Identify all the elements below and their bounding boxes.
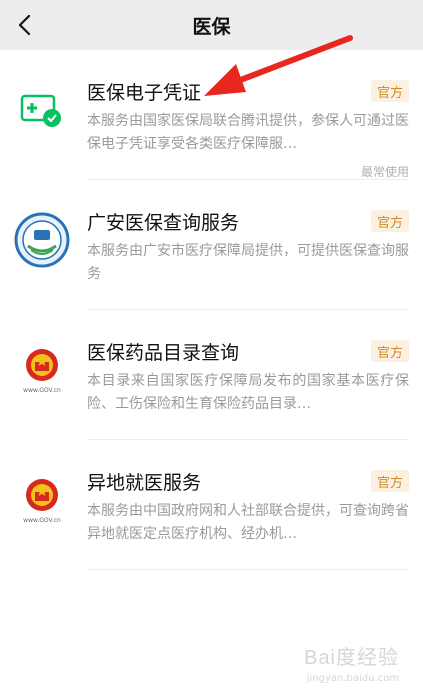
- national-emblem-icon: www.GOV.cn: [12, 340, 72, 400]
- service-name: 异地就医服务: [87, 472, 202, 494]
- watermark: Bai度经验: [304, 647, 399, 669]
- service-item-medical-e-voucher[interactable]: 医保电子凭证 官方 本服务由国家医保局联合腾讯提供，参保人可通过医保电子凭证享受…: [0, 50, 423, 180]
- watermark-sub: jingyan.baidu.com: [306, 673, 399, 684]
- service-description: 本服务由国家医保局联合腾讯提供，参保人可通过医保电子凭证享受各类医疗保障服…: [87, 113, 409, 152]
- service-item-remote-medical-service[interactable]: www.GOV.cn 异地就医服务 官方 本服务由中国政府网和人社部联合提供，可…: [0, 440, 423, 570]
- service-name: 医保药品目录查询: [87, 342, 240, 364]
- official-badge: 官方: [371, 210, 409, 232]
- emblem-caption: www.GOV.cn: [23, 386, 61, 394]
- service-name: 医保电子凭证: [87, 82, 202, 104]
- service-item-drug-catalog-query[interactable]: www.GOV.cn 医保药品目录查询 官方 本目录来自国家医疗保障局发布的国家…: [0, 310, 423, 440]
- medical-card-icon: [12, 80, 72, 140]
- national-emblem-icon: www.GOV.cn: [12, 470, 72, 530]
- emblem-caption: www.GOV.cn: [23, 516, 61, 524]
- official-badge: 官方: [371, 340, 409, 362]
- service-description: 本目录来自国家医疗保障局发布的国家基本医疗保险、工伤保险和生育保险药品目录…: [87, 373, 409, 412]
- service-item-guangan-insurance-query[interactable]: 广安医保查询服务 官方 本服务由广安市医疗保障局提供，可提供医保查询服务: [0, 180, 423, 310]
- official-badge: 官方: [371, 80, 409, 102]
- service-description: 本服务由广安市医疗保障局提供，可提供医保查询服务: [87, 243, 409, 282]
- service-name: 广安医保查询服务: [87, 212, 240, 234]
- top-nav-bar: 医保: [0, 0, 423, 50]
- page-title: 医保: [192, 16, 231, 38]
- service-description: 本服务由中国政府网和人社部联合提供，可查询跨省异地就医定点医疗机构、经办机…: [87, 503, 409, 542]
- official-badge: 官方: [371, 470, 409, 492]
- service-list: 医保电子凭证 官方 本服务由国家医保局联合腾讯提供，参保人可通过医保电子凭证享受…: [0, 50, 423, 570]
- divider: [87, 569, 409, 570]
- usage-label: 最常使用: [360, 165, 409, 179]
- insurance-seal-icon: [12, 210, 72, 270]
